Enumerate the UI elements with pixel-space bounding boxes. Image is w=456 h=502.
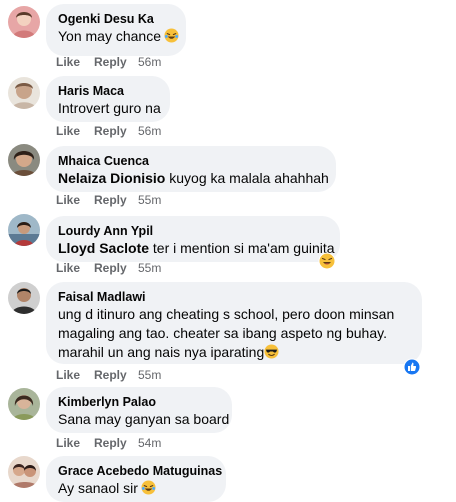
- avatar[interactable]: [8, 282, 40, 314]
- avatar[interactable]: [8, 214, 40, 246]
- like-reaction-icon[interactable]: [403, 358, 421, 376]
- reply-button[interactable]: Reply: [94, 124, 138, 138]
- comment-item: Grace Acebedo Matuguinas Ay sanaol sir: [0, 452, 456, 502]
- comment-text: Sana may ganyan sa board: [58, 411, 230, 427]
- comment-item: Mhaica Cuenca Nelaiza Dionisio kuyog ka …: [0, 142, 456, 212]
- comment-text-content: ter i mention si ma'am guinita: [149, 240, 335, 256]
- comment-item: Kimberlyn Palao Sana may ganyan sa board…: [0, 382, 456, 452]
- commenter-name[interactable]: Faisal Madlawi: [58, 289, 410, 305]
- comment-text-content: marahil un ang nais nya iparating: [58, 344, 265, 360]
- comment-text: Lloyd Saclote ter i mention si ma'am gui…: [58, 239, 335, 258]
- timestamp[interactable]: 54m: [138, 436, 161, 450]
- comment-text: Yon may chance: [58, 27, 179, 46]
- reply-button[interactable]: Reply: [94, 261, 138, 275]
- comment-actions: Like Reply 56m: [56, 124, 161, 138]
- avatar[interactable]: [8, 388, 40, 420]
- haha-reaction-icon[interactable]: [318, 252, 336, 270]
- like-button[interactable]: Like: [56, 55, 94, 69]
- comment-actions: Like Reply 56m: [56, 55, 161, 69]
- reply-button[interactable]: Reply: [94, 436, 138, 450]
- avatar[interactable]: [8, 144, 40, 176]
- like-button[interactable]: Like: [56, 124, 94, 138]
- avatar[interactable]: [8, 6, 40, 38]
- comment-line: ung d itinuro ang cheating s school, per…: [58, 306, 395, 322]
- comment-bubble: Ogenki Desu Ka Yon may chance: [46, 4, 186, 56]
- comment-bubble: Faisal Madlawi ung d itinuro ang cheatin…: [46, 282, 422, 364]
- avatar[interactable]: [8, 456, 40, 488]
- comment-line: magaling ang tao. cheater sa ibang aspet…: [58, 325, 387, 341]
- avatar[interactable]: [8, 77, 40, 109]
- reply-button[interactable]: Reply: [94, 55, 138, 69]
- timestamp[interactable]: 55m: [138, 368, 161, 382]
- comment-text-content: Yon may chance: [58, 28, 161, 44]
- cool-sunglasses-emoji: [264, 344, 279, 359]
- comment-item: Faisal Madlawi ung d itinuro ang cheatin…: [0, 282, 456, 382]
- comment-text: Ay sanaol sir: [58, 479, 214, 498]
- reply-button[interactable]: Reply: [94, 193, 138, 207]
- like-button[interactable]: Like: [56, 261, 94, 275]
- commenter-name[interactable]: Mhaica Cuenca: [58, 153, 324, 169]
- timestamp[interactable]: 55m: [138, 193, 161, 207]
- mention-link[interactable]: Nelaiza Dionisio: [58, 170, 165, 186]
- timestamp[interactable]: 56m: [138, 55, 161, 69]
- comment-text: Nelaiza Dionisio kuyog ka malala ahahhah: [58, 169, 329, 188]
- timestamp[interactable]: 56m: [138, 124, 161, 138]
- laughing-crying-emoji: [164, 28, 179, 43]
- comment-text-content: kuyog ka malala ahahhah: [165, 170, 329, 186]
- comment-text: Introvert guro na: [58, 100, 161, 116]
- comment-bubble: Haris Maca Introvert guro na: [46, 76, 170, 122]
- comment-item: Ogenki Desu Ka Yon may chance Like Reply 5…: [0, 0, 456, 72]
- comment-bubble: Mhaica Cuenca Nelaiza Dionisio kuyog ka …: [46, 146, 336, 192]
- reply-button[interactable]: Reply: [94, 368, 138, 382]
- like-button[interactable]: Like: [56, 368, 94, 382]
- timestamp[interactable]: 55m: [138, 261, 161, 275]
- comment-bubble: Kimberlyn Palao Sana may ganyan sa board: [46, 387, 232, 433]
- like-button[interactable]: Like: [56, 193, 94, 207]
- commenter-name[interactable]: Kimberlyn Palao: [58, 394, 220, 410]
- laughing-crying-emoji: [141, 480, 156, 495]
- comment-bubble: Grace Acebedo Matuguinas Ay sanaol sir: [46, 456, 226, 502]
- like-button[interactable]: Like: [56, 436, 94, 450]
- commenter-name[interactable]: Ogenki Desu Ka: [58, 11, 174, 27]
- comment-actions: Like Reply 54m: [56, 436, 161, 450]
- commenter-name[interactable]: Grace Acebedo Matuguinas: [58, 463, 222, 479]
- mention-link[interactable]: Lloyd Saclote: [58, 240, 149, 256]
- commenter-name[interactable]: Lourdy Ann Ypil: [58, 223, 328, 239]
- comment-bubble: Lourdy Ann Ypil Lloyd Saclote ter i ment…: [46, 216, 340, 262]
- comment-line: marahil un ang nais nya iparating: [58, 343, 410, 362]
- comment-actions: Like Reply 55m: [56, 261, 161, 275]
- commenter-name[interactable]: Haris Maca: [58, 83, 158, 99]
- comment-text-content: Ay sanaol sir: [58, 480, 138, 496]
- comment-actions: Like Reply 55m: [56, 368, 161, 382]
- comment-actions: Like Reply 55m: [56, 193, 161, 207]
- comment-item: Lourdy Ann Ypil Lloyd Saclote ter i ment…: [0, 212, 456, 282]
- comment-item: Haris Maca Introvert guro na Like Reply 56…: [0, 72, 456, 142]
